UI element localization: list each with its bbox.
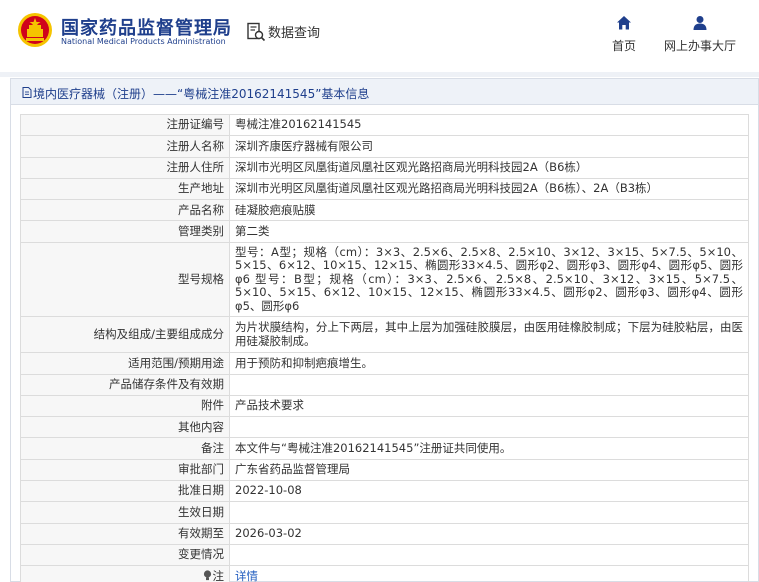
row-value: 产品技术要求 (229, 394, 749, 418)
registration-info-table: 注册证编号 粤械注准20162141545 注册人名称 深圳齐康医疗器械有限公司… (20, 113, 749, 582)
row-label: 其他内容 (20, 416, 230, 439)
row-value: 本文件与“粤械注准20162141545”注册证共同使用。 (229, 437, 749, 460)
row-value-cell: 详情 (229, 565, 749, 582)
table-row: 管理类别 第二类 (20, 220, 749, 243)
row-value: 深圳齐康医疗器械有限公司 (229, 135, 749, 158)
row-value: 广东省药品监督管理局 (229, 458, 749, 482)
row-value: 用于预防和抑制疤痕增生。 (229, 352, 749, 375)
data-query-link[interactable]: 数据查询 (268, 22, 320, 41)
row-value: 硅凝胶疤痕贴膜 (229, 199, 749, 222)
table-row: 有效期至 2026-03-02 (20, 522, 749, 545)
site-header: 国家药品监督管理局 National Medical Products Admi… (0, 0, 759, 72)
row-label: 注 (212, 568, 225, 582)
details-link[interactable]: 详情 (235, 569, 258, 582)
panel-title-bar: 境内医疗器械（注册）——“粤械注准20162141545”基本信息 (11, 79, 758, 105)
site-subtitle: National Medical Products Administration (61, 37, 226, 46)
row-label: 批准日期 (20, 480, 230, 503)
nav-home[interactable]: 首页 (607, 15, 641, 54)
search-document-icon[interactable] (246, 22, 266, 42)
row-label: 审批部门 (20, 458, 230, 482)
table-row: 型号规格 型号：A型；规格（cm）：3×3、2.5×6、2.5×8、2.5×10… (20, 241, 749, 318)
row-label: 管理类别 (20, 220, 230, 243)
row-value: 粤械注准20162141545 (229, 113, 749, 137)
detail-panel: 境内医疗器械（注册）——“粤械注准20162141545”基本信息 注册证编号 … (10, 78, 759, 582)
table-row: 产品名称 硅凝胶疤痕贴膜 (20, 199, 749, 222)
row-label: 注册证编号 (20, 113, 230, 137)
header-divider (0, 72, 759, 77)
row-value (229, 416, 749, 439)
table-row: 适用范围/预期用途 用于预防和抑制疤痕增生。 (20, 352, 749, 375)
nav-home-label: 首页 (611, 39, 636, 53)
row-label: 型号规格 (20, 241, 230, 318)
home-icon (617, 16, 631, 30)
user-icon (693, 16, 707, 30)
row-value: 深圳市光明区凤凰街道凤凰社区观光路招商局光明科技园2A（B6栋）、2A（B3栋） (229, 177, 749, 201)
row-label: 有效期至 (20, 522, 230, 545)
row-value: 2026-03-02 (229, 522, 749, 545)
row-label: 注册人住所 (20, 156, 230, 179)
table-row: 结构及组成/主要组成成分 为片状膜结构，分上下两层，其中上层为加强硅胶膜层，由医… (20, 316, 749, 354)
nav-office-label: 网上办事大厅 (663, 39, 736, 53)
row-label: 生产地址 (20, 177, 230, 201)
row-value: 2022-10-08 (229, 480, 749, 503)
row-label: 结构及组成/主要组成成分 (20, 316, 230, 354)
table-row: 生效日期 (20, 501, 749, 524)
panel-title: 境内医疗器械（注册）——“粤械注准20162141545”基本信息 (33, 87, 370, 101)
table-row: 注册证编号 粤械注准20162141545 (20, 113, 749, 137)
table-row: 注册人名称 深圳齐康医疗器械有限公司 (20, 135, 749, 158)
row-value: 为片状膜结构，分上下两层，其中上层为加强硅胶膜层，由医用硅橡胶制成；下层为硅胶粘… (229, 316, 749, 354)
nav-online-office[interactable]: 网上办事大厅 (660, 15, 740, 54)
row-value: 型号：A型；规格（cm）：3×3、2.5×6、2.5×8、2.5×10、3×12… (229, 241, 749, 318)
row-label: 产品储存条件及有效期 (20, 373, 230, 396)
national-emblem-icon[interactable] (17, 12, 53, 48)
table-row: 产品储存条件及有效期 (20, 373, 749, 396)
document-icon (22, 87, 32, 98)
row-value: 深圳市光明区凤凰街道凤凰社区观光路招商局光明科技园2A（B6栋） (229, 156, 749, 179)
lightbulb-icon (203, 570, 211, 580)
row-value: 第二类 (229, 220, 749, 243)
row-label: 变更情况 (20, 543, 230, 567)
row-label: 产品名称 (20, 199, 230, 222)
row-label: 备注 (20, 437, 230, 460)
row-value (229, 373, 749, 396)
note-label-cell: 注 (20, 565, 230, 582)
table-row: 注 详情 (20, 565, 749, 582)
table-row: 附件 产品技术要求 (20, 394, 749, 418)
row-label: 适用范围/预期用途 (20, 352, 230, 375)
table-row: 批准日期 2022-10-08 (20, 480, 749, 503)
row-value (229, 543, 749, 567)
table-row: 备注 本文件与“粤械注准20162141545”注册证共同使用。 (20, 437, 749, 460)
table-row: 注册人住所 深圳市光明区凤凰街道凤凰社区观光路招商局光明科技园2A（B6栋） (20, 156, 749, 179)
row-label: 生效日期 (20, 501, 230, 524)
table-row: 变更情况 (20, 543, 749, 567)
row-value (229, 501, 749, 524)
table-row: 其他内容 (20, 416, 749, 439)
table-row: 生产地址 深圳市光明区凤凰街道凤凰社区观光路招商局光明科技园2A（B6栋）、2A… (20, 177, 749, 201)
table-row: 审批部门 广东省药品监督管理局 (20, 458, 749, 482)
row-label: 附件 (20, 394, 230, 418)
row-label: 注册人名称 (20, 135, 230, 158)
